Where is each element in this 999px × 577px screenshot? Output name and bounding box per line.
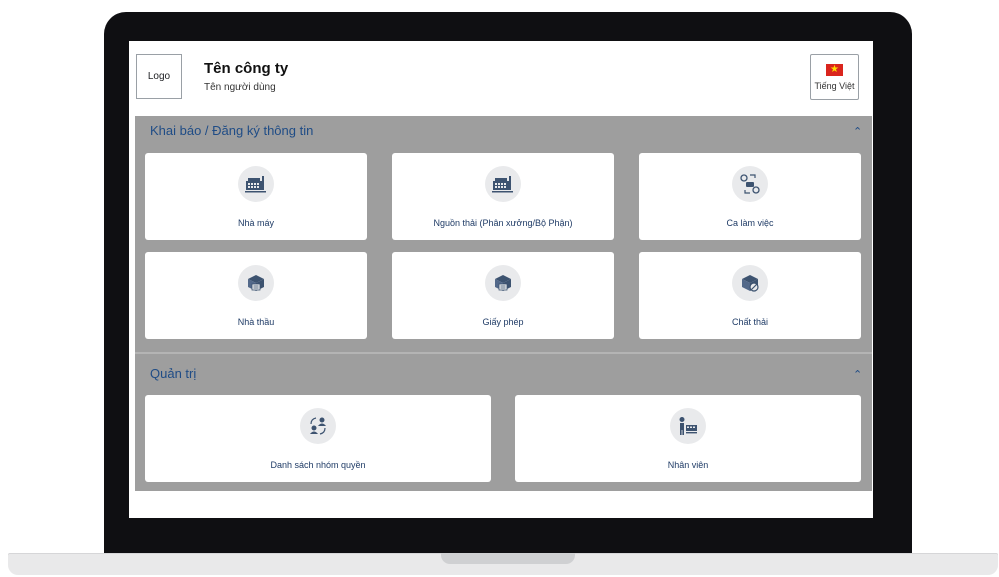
card-label: Chất thải [731, 317, 769, 327]
card-label: Danh sách nhóm quyền [270, 460, 366, 470]
section-divider [135, 352, 872, 354]
card-factory[interactable]: Nhà máy [145, 153, 367, 240]
language-label: Tiếng Việt [814, 80, 855, 91]
logo-label: Logo [147, 71, 171, 82]
card-label: Giấy phép [482, 317, 524, 327]
contractor-box-icon [238, 265, 274, 301]
factory-icon [485, 166, 521, 202]
card-permit[interactable]: Giấy phép [392, 252, 614, 339]
card-waste-source[interactable]: Nguồn thải (Phân xưởng/Bộ Phận) [392, 153, 614, 240]
card-work-shift[interactable]: Ca làm việc [639, 153, 861, 240]
card-waste[interactable]: Chất thải [639, 252, 861, 339]
shift-schedule-icon [732, 166, 768, 202]
permit-box-icon [485, 265, 521, 301]
section-title-declaration: Khai báo / Đăng ký thông tin [150, 123, 314, 138]
card-label: Nhân viên [667, 460, 709, 470]
vietnam-flag-icon: ★ [826, 63, 843, 76]
language-switcher[interactable]: ★ Tiếng Việt [810, 54, 859, 100]
waste-icon [732, 265, 768, 301]
content-panel: Khai báo / Đăng ký thông tin ⌃ Nhà máy N… [135, 116, 872, 491]
card-label: Nguồn thải (Phân xưởng/Bộ Phận) [433, 218, 573, 228]
collapse-chevron-icon[interactable]: ⌃ [853, 125, 862, 138]
app-header: Logo Tên công ty Tên người dùng ★ Tiếng … [129, 41, 873, 116]
employee-icon [670, 408, 706, 444]
card-label: Nhà máy [237, 218, 274, 228]
card-label: Ca làm việc [726, 218, 774, 228]
card-employees[interactable]: Nhân viên [515, 395, 861, 482]
company-name: Tên công ty [204, 60, 289, 77]
card-contractor[interactable]: Nhà thầu [145, 252, 367, 339]
logo[interactable]: Logo [136, 54, 182, 99]
user-groups-icon [300, 408, 336, 444]
app-screen: Logo Tên công ty Tên người dùng ★ Tiếng … [129, 41, 873, 518]
card-permission-groups[interactable]: Danh sách nhóm quyền [145, 395, 491, 482]
section-title-admin: Quản trị [150, 366, 197, 381]
user-name: Tên người dùng [204, 82, 276, 93]
card-label: Nhà thầu [237, 317, 275, 327]
collapse-chevron-icon[interactable]: ⌃ [853, 368, 862, 381]
laptop-notch [441, 553, 575, 564]
factory-icon [238, 166, 274, 202]
